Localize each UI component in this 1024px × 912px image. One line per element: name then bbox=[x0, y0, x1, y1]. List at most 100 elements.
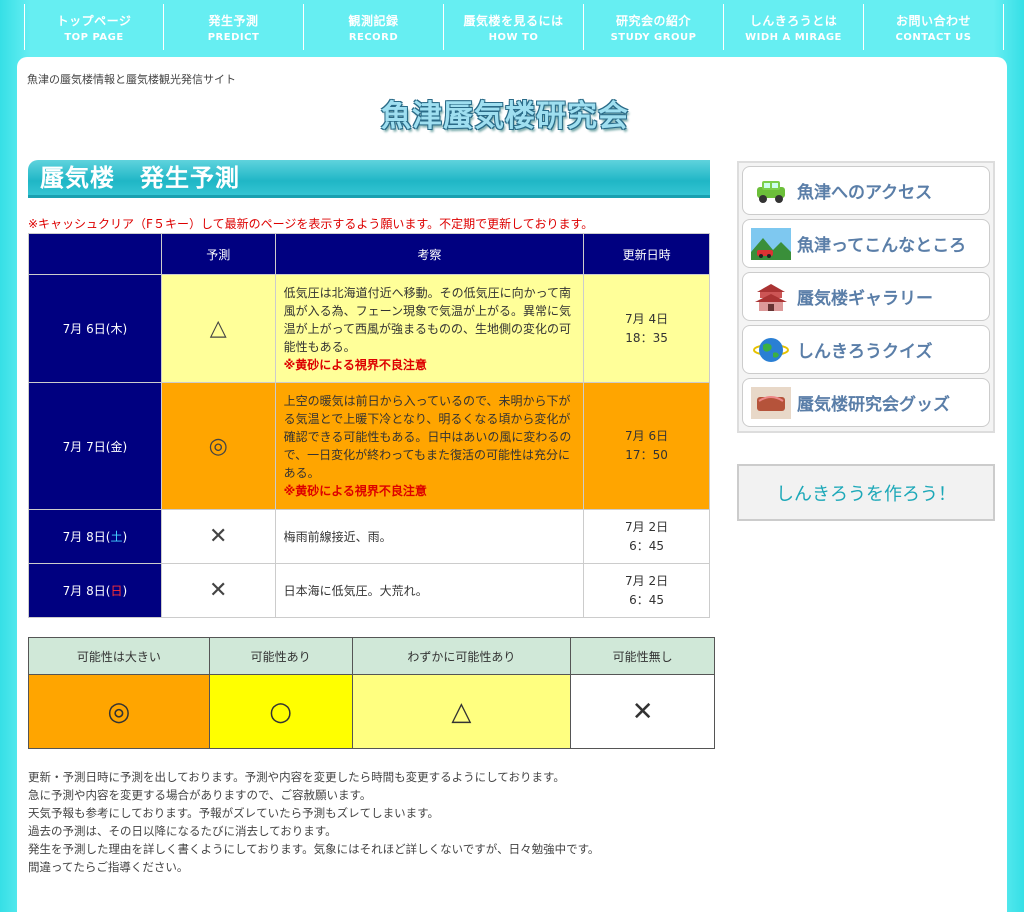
date-text: ) bbox=[122, 322, 128, 336]
nav-label-jp: お問い合わせ bbox=[895, 13, 971, 28]
site-logo[interactable]: 魚津蜃気楼研究会 bbox=[381, 91, 641, 134]
nav-label-en: CONTACT US bbox=[895, 31, 972, 43]
main-container: 魚津の蜃気楼情報と蜃気楼観光発信サイト 魚津蜃気楼研究会 蜃気楼 発生予測 ※キ… bbox=[17, 57, 1007, 912]
updated-time: 18：35 bbox=[625, 330, 668, 345]
nav-mirage[interactable]: しんきろうとは WIDH A MIRAGE bbox=[724, 4, 864, 50]
column-header-prediction: 予測 bbox=[160, 233, 276, 275]
sidebar-menu: 魚津へのアクセス 魚津ってこんなところ 蜃気楼ギャラリー しんきろうクイズ 蜃気… bbox=[737, 161, 995, 433]
nav-label-jp: しんきろうとは bbox=[749, 13, 838, 28]
date-text: 7月 8日( bbox=[62, 584, 111, 598]
date-text: ) bbox=[122, 439, 128, 454]
top-navigation: トップページ TOP PAGE 発生予測 PREDICT 観測記録 RECORD… bbox=[0, 0, 1024, 50]
comment-text: 上空の暖気は前日から入っているので、未明から下がる気温とで上暖下冷となり、明るく… bbox=[283, 394, 572, 480]
column-header-updated: 更新日時 bbox=[583, 233, 710, 275]
dust-warning: ※黄砂による視界不良注意 bbox=[283, 357, 427, 372]
updated-date: 7月 4日 bbox=[625, 311, 669, 326]
column-header-date bbox=[28, 233, 162, 275]
legend-label: 可能性無し bbox=[570, 637, 715, 675]
sidebar-item-label: 魚津へのアクセス bbox=[797, 183, 933, 203]
nav-label-en: TOP PAGE bbox=[64, 31, 124, 43]
updated-time: 6：45 bbox=[629, 538, 665, 553]
sidebar-item-about-uozu[interactable]: 魚津ってこんなところ bbox=[742, 219, 990, 268]
table-row: 7月 8日(土) ✕ 梅雨前線接近、雨。 7月 2日 6：45 bbox=[28, 509, 710, 564]
updated-datetime: 7月 6日 17：50 bbox=[583, 382, 710, 510]
legend-label: 可能性は大きい bbox=[28, 637, 210, 675]
legend-symbol-triangle: △ bbox=[351, 674, 572, 749]
table-row: 7月 8日(日) ✕ 日本海に低気圧。大荒れ。 7月 2日 6：45 bbox=[28, 563, 710, 618]
nav-label-jp: 蜃気楼を見るには bbox=[463, 13, 564, 28]
comment-text: 日本海に低気圧。大荒れ。 bbox=[283, 583, 428, 598]
forecast-date: 7月 6日(木) bbox=[28, 274, 162, 383]
nav-label-en: PREDICT bbox=[207, 31, 260, 43]
date-text: 7月 7日( bbox=[62, 439, 111, 454]
dust-warning: ※黄砂による視界不良注意 bbox=[283, 484, 427, 498]
sidebar-item-label: 蜃気楼研究会グッズ bbox=[797, 395, 950, 415]
forecast-comment: 日本海に低気圧。大荒れ。 bbox=[274, 563, 585, 618]
updated-datetime: 7月 2日 6：45 bbox=[583, 509, 710, 564]
nav-how-to[interactable]: 蜃気楼を見るには HOW TO bbox=[444, 4, 584, 50]
make-mirage-button[interactable]: しんきろうを作ろう！ bbox=[737, 464, 995, 521]
note-line: 急に予測や内容を変更する場合がありますので、ご容赦願います。 bbox=[28, 788, 372, 802]
column-header-comment: 考察 bbox=[274, 233, 585, 275]
prediction-symbol: ◎ bbox=[160, 382, 276, 510]
date-text: ) bbox=[122, 530, 128, 544]
prediction-symbol: △ bbox=[160, 274, 276, 383]
note-line: 間違ってたらご指導ください。 bbox=[28, 860, 189, 874]
forecast-date: 7月 8日(日) bbox=[28, 563, 162, 618]
weekday: 金 bbox=[110, 439, 123, 454]
comment-text: 梅雨前線接近、雨。 bbox=[283, 529, 392, 544]
forecast-comment: 梅雨前線接近、雨。 bbox=[274, 509, 585, 564]
updated-date: 7月 6日 bbox=[625, 429, 669, 443]
legend-symbol-row: ◎ ○ △ ✕ bbox=[28, 674, 715, 749]
sidebar-item-label: しんきろうクイズ bbox=[797, 342, 933, 362]
date-text: ) bbox=[122, 584, 128, 598]
sidebar-item-quiz[interactable]: しんきろうクイズ bbox=[742, 325, 990, 374]
site-tagline: 魚津の蜃気楼情報と蜃気楼観光発信サイト bbox=[27, 73, 236, 86]
sidebar-item-gallery[interactable]: 蜃気楼ギャラリー bbox=[742, 272, 990, 321]
goods-icon bbox=[751, 386, 791, 420]
forecast-date: 7月 8日(土) bbox=[28, 509, 162, 564]
weekday: 土 bbox=[110, 530, 123, 544]
globe-icon bbox=[751, 333, 791, 367]
table-row: 7月 6日(木) △ 低気圧は北海道付近へ移動。その低気圧に向かって南風が入る為… bbox=[28, 274, 710, 383]
date-text: 7月 8日( bbox=[62, 530, 111, 544]
legend-symbol-circle: ○ bbox=[208, 674, 353, 749]
nav-label-en: RECORD bbox=[348, 31, 399, 43]
updated-date: 7月 2日 bbox=[625, 519, 669, 534]
nav-contact[interactable]: お問い合わせ CONTACT US bbox=[864, 4, 1004, 50]
nav-label-jp: 研究会の紹介 bbox=[615, 13, 691, 28]
sidebar-item-label: 魚津ってこんなところ bbox=[797, 236, 967, 256]
weekday: 日 bbox=[110, 584, 123, 598]
nav-study-group[interactable]: 研究会の紹介 STUDY GROUP bbox=[584, 4, 724, 50]
sidebar-item-goods[interactable]: 蜃気楼研究会グッズ bbox=[742, 378, 990, 427]
legend-table: 可能性は大きい 可能性あり わずかに可能性あり 可能性無し ◎ ○ △ ✕ bbox=[28, 637, 715, 749]
legend-label: 可能性あり bbox=[208, 637, 353, 675]
prediction-symbol: ✕ bbox=[160, 509, 276, 564]
comment-text: 低気圧は北海道付近へ移動。その低気圧に向かって南風が入る為、フェーン現象で気温が… bbox=[283, 285, 572, 354]
page-title: 蜃気楼 発生予測 bbox=[28, 160, 710, 198]
updated-date: 7月 2日 bbox=[625, 573, 669, 588]
nav-record[interactable]: 観測記録 RECORD bbox=[304, 4, 444, 50]
updated-datetime: 7月 4日 18：35 bbox=[583, 274, 710, 383]
table-row: 7月 7日(金) ◎ 上空の暖気は前日から入っているので、未明から下がる気温とで… bbox=[28, 382, 710, 510]
nav-top-page[interactable]: トップページ TOP PAGE bbox=[24, 4, 164, 50]
castle-icon bbox=[751, 280, 791, 314]
updated-time: 6：45 bbox=[629, 592, 665, 607]
nav-label-en: STUDY GROUP bbox=[610, 31, 697, 43]
forecast-date: 7月 7日(金) bbox=[28, 382, 162, 510]
weekday: 木 bbox=[110, 322, 123, 336]
legend-header-row: 可能性は大きい 可能性あり わずかに可能性あり 可能性無し bbox=[28, 637, 715, 675]
sidebar-item-access[interactable]: 魚津へのアクセス bbox=[742, 166, 990, 215]
legend-symbol-double-circle: ◎ bbox=[28, 674, 210, 749]
note-line: 天気予報も参考にしております。予報がズレていたら予測もズレてしまいます。 bbox=[28, 806, 440, 820]
forecast-comment: 上空の暖気は前日から入っているので、未明から下がる気温とで上暖下冷となり、明るく… bbox=[274, 382, 585, 510]
prediction-symbol: ✕ bbox=[160, 563, 276, 618]
legend-symbol-cross: ✕ bbox=[570, 674, 715, 749]
table-header-row: 予測 考察 更新日時 bbox=[28, 233, 710, 275]
sidebar-item-label: 蜃気楼ギャラリー bbox=[797, 289, 933, 309]
cache-notice: ※キャッシュクリア（F５キー）して最新のページを表示するよう願います。不定期で更… bbox=[28, 217, 594, 231]
landscape-icon bbox=[751, 227, 791, 261]
forecast-comment: 低気圧は北海道付近へ移動。その低気圧に向かって南風が入る為、フェーン現象で気温が… bbox=[274, 274, 585, 383]
nav-label-jp: 発生予測 bbox=[208, 13, 259, 28]
nav-predict[interactable]: 発生予測 PREDICT bbox=[164, 4, 304, 50]
